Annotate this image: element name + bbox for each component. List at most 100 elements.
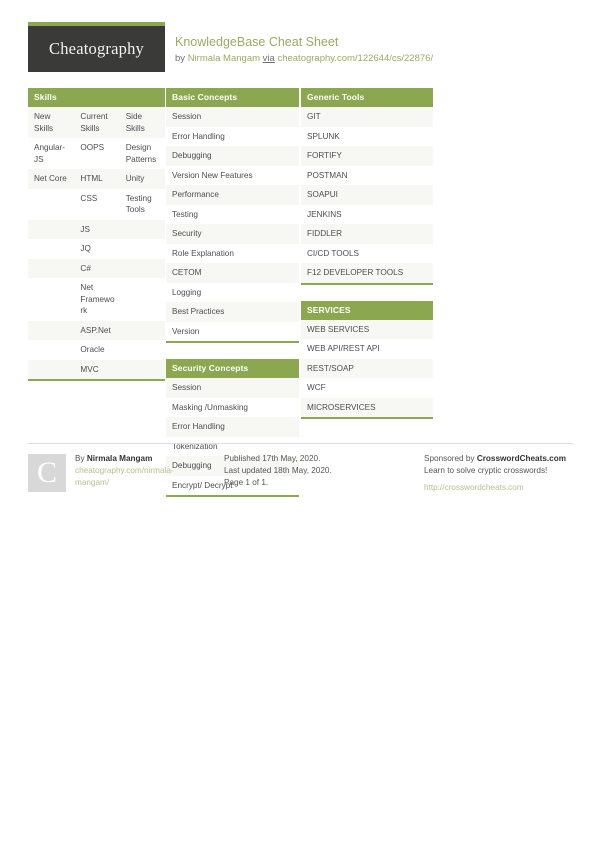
footer-author-info: By Nirmala Mangam cheatography.com/nirma… bbox=[75, 453, 215, 489]
table-row[interactable]: Performance bbox=[166, 185, 299, 205]
table-row[interactable]: Net Framework bbox=[28, 278, 165, 321]
table-row[interactable]: CETOM bbox=[166, 263, 299, 283]
table-row[interactable]: Session bbox=[166, 378, 299, 398]
cell bbox=[28, 219, 75, 239]
table-row[interactable]: WEB API/REST API bbox=[301, 339, 433, 359]
published-date: Published 17th May, 2020. bbox=[224, 454, 321, 463]
cell: Side Skills bbox=[119, 107, 165, 138]
table-row[interactable]: FORTIFY bbox=[301, 146, 433, 166]
table-row[interactable]: Error Handling bbox=[166, 126, 299, 146]
byline-prefix: by bbox=[175, 53, 188, 64]
page-header: Cheatography KnowledgeBase Cheat Sheet b… bbox=[28, 22, 573, 78]
block-basic-concepts: Basic Concepts Session Error Handling De… bbox=[166, 88, 299, 343]
cell: Current Skills bbox=[74, 107, 120, 138]
cell bbox=[28, 278, 75, 321]
cell bbox=[28, 258, 75, 278]
cell: Testing Tools bbox=[119, 188, 165, 220]
table-row[interactable]: GIT bbox=[301, 107, 433, 127]
last-updated-date: Last updated 18th May, 2020. bbox=[224, 466, 332, 475]
cell bbox=[28, 340, 75, 360]
table-row[interactable]: Oracle bbox=[28, 340, 165, 360]
table-row[interactable]: WCF bbox=[301, 378, 433, 398]
logo-text: Cheatography bbox=[49, 39, 144, 58]
table-row[interactable]: Session bbox=[166, 107, 299, 127]
table-row[interactable]: Testing bbox=[166, 204, 299, 224]
block-services: SERVICES WEB SERVICES WEB API/REST API R… bbox=[301, 300, 433, 419]
cell: MICROSERVICES bbox=[301, 397, 433, 417]
cell: JENKINS bbox=[301, 204, 433, 224]
sponsor-name: CrosswordCheats.com bbox=[476, 454, 566, 463]
table-row[interactable]: JS bbox=[28, 219, 165, 239]
block-header-security-concepts: Security Concepts bbox=[166, 359, 299, 378]
cell: Performance bbox=[166, 185, 299, 205]
cell bbox=[28, 359, 75, 379]
avatar: C bbox=[28, 454, 66, 492]
cell: Error Handling bbox=[166, 126, 299, 146]
cell: CSS bbox=[74, 188, 120, 220]
author-link[interactable]: Nirmala Mangam bbox=[188, 53, 260, 64]
cell bbox=[28, 188, 75, 220]
cell: Net Framework bbox=[74, 278, 120, 321]
table-row[interactable]: Role Explanation bbox=[166, 243, 299, 263]
table-row[interactable]: JENKINS bbox=[301, 204, 433, 224]
table-row[interactable]: FIDDLER bbox=[301, 224, 433, 244]
cell bbox=[119, 239, 165, 259]
table-row[interactable]: Version New Features bbox=[166, 165, 299, 185]
sheet-url-link[interactable]: cheatography.com/122644/cs/22876/ bbox=[277, 53, 433, 64]
cell bbox=[119, 258, 165, 278]
cell: CI/CD TOOLS bbox=[301, 243, 433, 263]
block-header-basic-concepts: Basic Concepts bbox=[166, 88, 299, 107]
cell: WEB API/REST API bbox=[301, 339, 433, 359]
table-row[interactable]: REST/SOAP bbox=[301, 358, 433, 378]
generic-tools-table: GIT SPLUNK FORTIFY POSTMAN SOAPUI JENKIN… bbox=[301, 107, 433, 283]
cell: Masking /Unmasking bbox=[166, 397, 299, 417]
table-row[interactable]: MICROSERVICES bbox=[301, 397, 433, 417]
footer-dates-column: Published 17th May, 2020. Last updated 1… bbox=[224, 453, 414, 489]
table-row[interactable]: SPLUNK bbox=[301, 126, 433, 146]
table-row[interactable]: Masking /Unmasking bbox=[166, 397, 299, 417]
cell: WEB SERVICES bbox=[301, 319, 433, 339]
cell: Logging bbox=[166, 282, 299, 302]
cheatography-logo[interactable]: Cheatography bbox=[28, 22, 165, 72]
cell: JQ bbox=[74, 239, 120, 259]
cell: New Skills bbox=[28, 107, 75, 138]
table-row[interactable]: Net Core HTML Unity bbox=[28, 169, 165, 189]
cell: Session bbox=[166, 378, 299, 398]
cell: POSTMAN bbox=[301, 165, 433, 185]
table-row[interactable]: C# bbox=[28, 258, 165, 278]
cell bbox=[119, 320, 165, 340]
cell: Angular‐JS bbox=[28, 138, 75, 169]
table-row[interactable]: New Skills Current Skills Side Skills bbox=[28, 107, 165, 138]
table-row[interactable]: CI/CD TOOLS bbox=[301, 243, 433, 263]
cell bbox=[28, 239, 75, 259]
table-row[interactable]: Version bbox=[166, 321, 299, 341]
page-title: KnowledgeBase Cheat Sheet bbox=[175, 35, 339, 49]
table-row[interactable]: Logging bbox=[166, 282, 299, 302]
table-row[interactable]: JQ bbox=[28, 239, 165, 259]
cell: F12 DEVELOPER TOOLS bbox=[301, 263, 433, 283]
footer-profile-link-line2[interactable]: mangam/ bbox=[75, 477, 215, 489]
block-header-generic-tools: Generic Tools bbox=[301, 88, 433, 107]
table-row[interactable]: Angular‐JS OOPS Design Patterns bbox=[28, 138, 165, 169]
cell: MVC bbox=[74, 359, 120, 379]
cell: Session bbox=[166, 107, 299, 127]
table-row[interactable]: SOAPUI bbox=[301, 185, 433, 205]
sponsored-by-label: Sponsored by bbox=[424, 454, 477, 463]
table-row[interactable]: CSS Testing Tools bbox=[28, 188, 165, 220]
table-row[interactable]: WEB SERVICES bbox=[301, 319, 433, 339]
cell: Version New Features bbox=[166, 165, 299, 185]
footer-profile-link-line1[interactable]: cheatography.com/nirmala- bbox=[75, 465, 215, 477]
page-number: Page 1 of 1. bbox=[224, 478, 269, 487]
table-row[interactable]: ASP.Net bbox=[28, 320, 165, 340]
table-row[interactable]: POSTMAN bbox=[301, 165, 433, 185]
table-row[interactable]: Best Practices bbox=[166, 302, 299, 322]
table-row[interactable]: F12 DEVELOPER TOOLS bbox=[301, 263, 433, 283]
footer-by-label: By bbox=[75, 454, 87, 463]
table-row[interactable]: MVC bbox=[28, 359, 165, 379]
table-row[interactable]: Error Handling bbox=[166, 417, 299, 437]
table-row[interactable]: Security bbox=[166, 224, 299, 244]
table-row[interactable]: Debugging bbox=[166, 146, 299, 166]
sponsor-url-link[interactable]: http://crosswordcheats.com bbox=[424, 483, 524, 492]
footer-author-name: Nirmala Mangam bbox=[86, 454, 153, 463]
cell: SPLUNK bbox=[301, 126, 433, 146]
